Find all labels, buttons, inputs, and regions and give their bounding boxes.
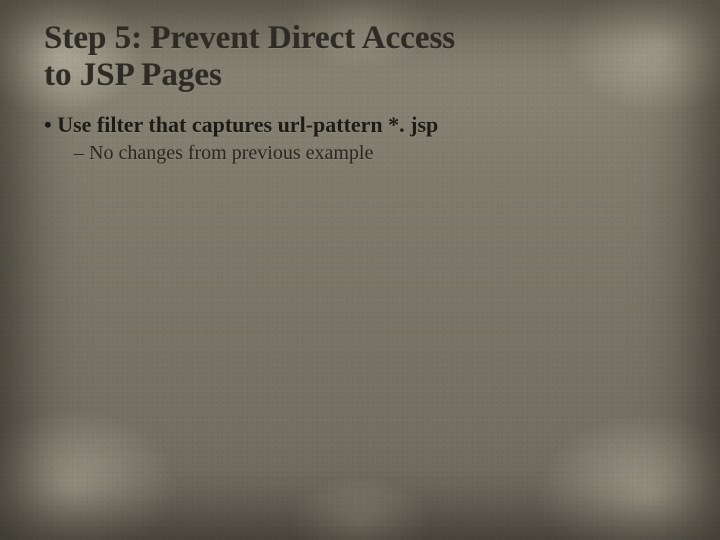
slide: Step 5: Prevent Direct Access to JSP Pag… bbox=[0, 0, 720, 540]
slide-content: Step 5: Prevent Direct Access to JSP Pag… bbox=[0, 0, 720, 165]
bullet-level-2: – No changes from previous example bbox=[74, 142, 676, 165]
title-line-1: Step 5: Prevent Direct Access bbox=[44, 20, 455, 56]
bullet-level-1: • Use filter that captures url-pattern *… bbox=[44, 112, 676, 138]
title-line-2: to JSP Pages bbox=[44, 57, 222, 93]
slide-title: Step 5: Prevent Direct Access to JSP Pag… bbox=[44, 20, 676, 94]
